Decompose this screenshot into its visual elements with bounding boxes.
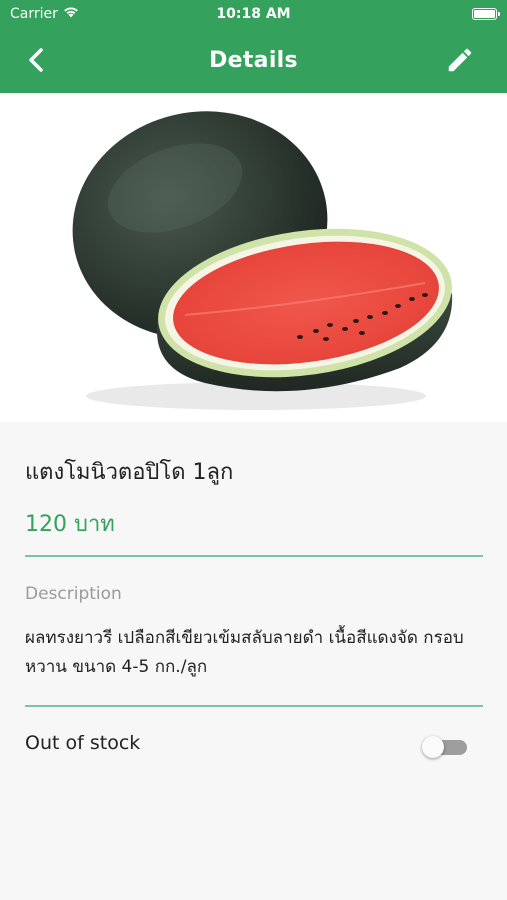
chevron-left-icon — [29, 48, 43, 72]
status-bar: Carrier 10:18 AM — [0, 0, 507, 28]
page-title: Details — [209, 48, 298, 73]
description-text: ผลทรงยาวรี เปลือกสีเขียวเข้มสลับลายดำ เน… — [25, 628, 464, 677]
out-of-stock-toggle[interactable] — [422, 736, 468, 758]
toggle-knob — [422, 736, 444, 758]
description-label: Description — [25, 584, 122, 604]
product-price: 120 บาท — [25, 512, 115, 537]
status-time: 10:18 AM — [216, 6, 291, 22]
pencil-icon — [448, 48, 472, 72]
battery-full-icon — [472, 8, 500, 20]
edit-button[interactable] — [443, 43, 477, 77]
out-of-stock-label: Out of stock — [25, 732, 141, 754]
navigation-bar: Details — [0, 28, 507, 93]
divider — [25, 555, 483, 557]
divider — [25, 705, 483, 707]
details-content: แตงโมนิวตอปิโด 1ลูก 120 บาท Description … — [0, 422, 507, 900]
product-image — [0, 93, 507, 422]
product-name: แตงโมนิวตอปิโด 1ลูก — [25, 460, 234, 485]
back-button[interactable] — [20, 44, 52, 76]
